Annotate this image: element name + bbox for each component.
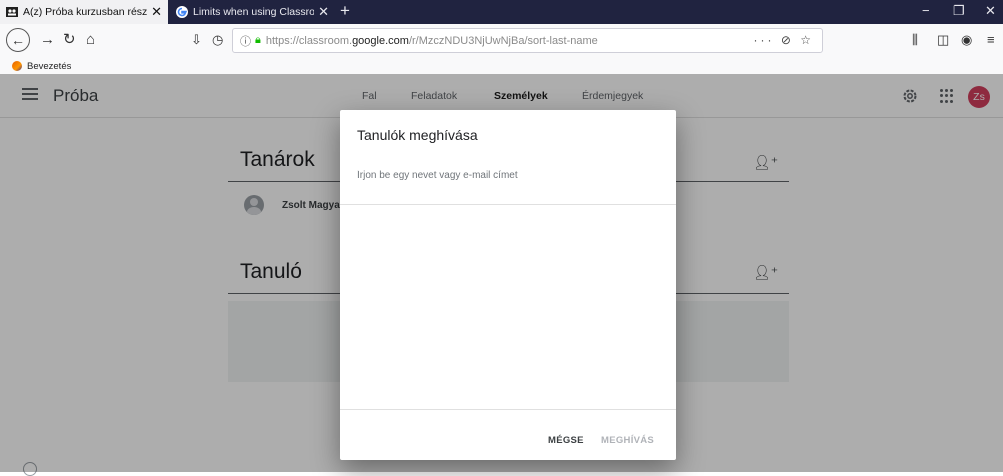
browser-tab-active[interactable]: A(z) Próba kurzusban részt vevő ✕ (0, 0, 168, 24)
tab-title: Limits when using Classroom - (193, 6, 315, 18)
sidebar-icon[interactable]: ◫ (937, 30, 949, 50)
browser-tab-strip: A(z) Próba kurzusban részt vevő ✕ Limits… (0, 0, 1003, 24)
dialog-title: Tanulók meghívása (357, 127, 478, 143)
info-icon[interactable]: ⓘ (240, 33, 251, 49)
account-icon[interactable]: ◉ (961, 30, 972, 50)
invite-button[interactable]: MEGHÍVÁS (601, 435, 654, 446)
page-actions-icon[interactable]: ··· ⊘ ☆ (754, 33, 814, 47)
tab-title: A(z) Próba kurzusban részt vevő (23, 6, 148, 18)
library-icon[interactable]: ⫼ (912, 30, 918, 50)
new-tab-button[interactable]: + (340, 1, 350, 21)
minimize-icon[interactable]: − (922, 3, 930, 18)
firefox-icon (12, 61, 22, 71)
url-text: https://classroom.google.com/r/MzczNDU3N… (265, 34, 598, 47)
google-favicon-icon (176, 6, 188, 18)
back-arrow-icon[interactable]: ← (6, 28, 30, 52)
close-window-icon[interactable]: ✕ (985, 3, 996, 19)
invite-students-dialog: Tanulók meghívása MÉGSE MEGHÍVÁS (340, 110, 676, 460)
reload-icon[interactable]: ↻ (63, 30, 76, 50)
dialog-bottom-divider (340, 409, 676, 410)
maximize-icon[interactable]: ❐ (953, 3, 965, 19)
forward-arrow-icon[interactable]: → (40, 30, 55, 50)
home-icon[interactable]: ⌂ (86, 30, 95, 50)
classroom-favicon-icon (6, 7, 18, 17)
lock-icon: 🔒︎ (255, 34, 261, 46)
browser-tab-inactive[interactable]: Limits when using Classroom - ✕ (170, 0, 335, 24)
bookmarks-bar: Bevezetés (0, 58, 1003, 74)
menu-icon[interactable]: ≡ (987, 30, 995, 50)
bookmark-item[interactable]: Bevezetés (27, 61, 71, 72)
history-icon[interactable]: ◷ (212, 30, 223, 50)
cancel-button[interactable]: MÉGSE (548, 435, 584, 446)
tab-close-icon[interactable]: ✕ (318, 4, 329, 20)
download-icon[interactable]: ⇩ (191, 30, 202, 50)
browser-nav-bar: ← → ↻ ⌂ ⇩ ◷ ⓘ 🔒︎ https://classroom.googl… (0, 24, 1003, 58)
tab-close-icon[interactable]: ✕ (151, 4, 162, 20)
invite-search-input[interactable] (357, 170, 659, 181)
url-bar[interactable]: ⓘ 🔒︎ https://classroom.google.com/r/Mzcz… (232, 28, 823, 53)
dialog-top-divider (340, 204, 676, 205)
